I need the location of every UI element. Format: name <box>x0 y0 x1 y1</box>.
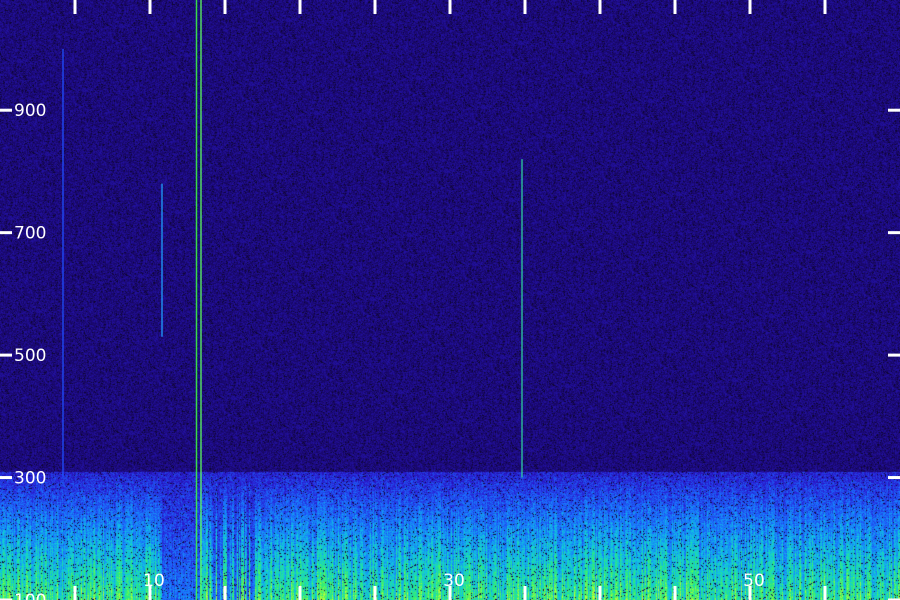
x-tick-label: 30 <box>443 571 465 591</box>
y-ticks-left <box>0 108 12 600</box>
y-tick-label: 300 <box>14 469 46 489</box>
axis-overlay: 10 30 50 900 700 500 300 100 <box>0 0 900 600</box>
y-tick-label: 500 <box>14 346 46 366</box>
x-ticks-top <box>73 0 827 14</box>
y-tick-label: 100 <box>14 591 46 600</box>
x-tick-label: 50 <box>743 571 765 591</box>
y-tick-label: 900 <box>14 101 46 121</box>
y-ticks-right <box>888 108 900 600</box>
x-tick-label: 10 <box>143 571 165 591</box>
y-tick-label: 700 <box>14 224 46 244</box>
